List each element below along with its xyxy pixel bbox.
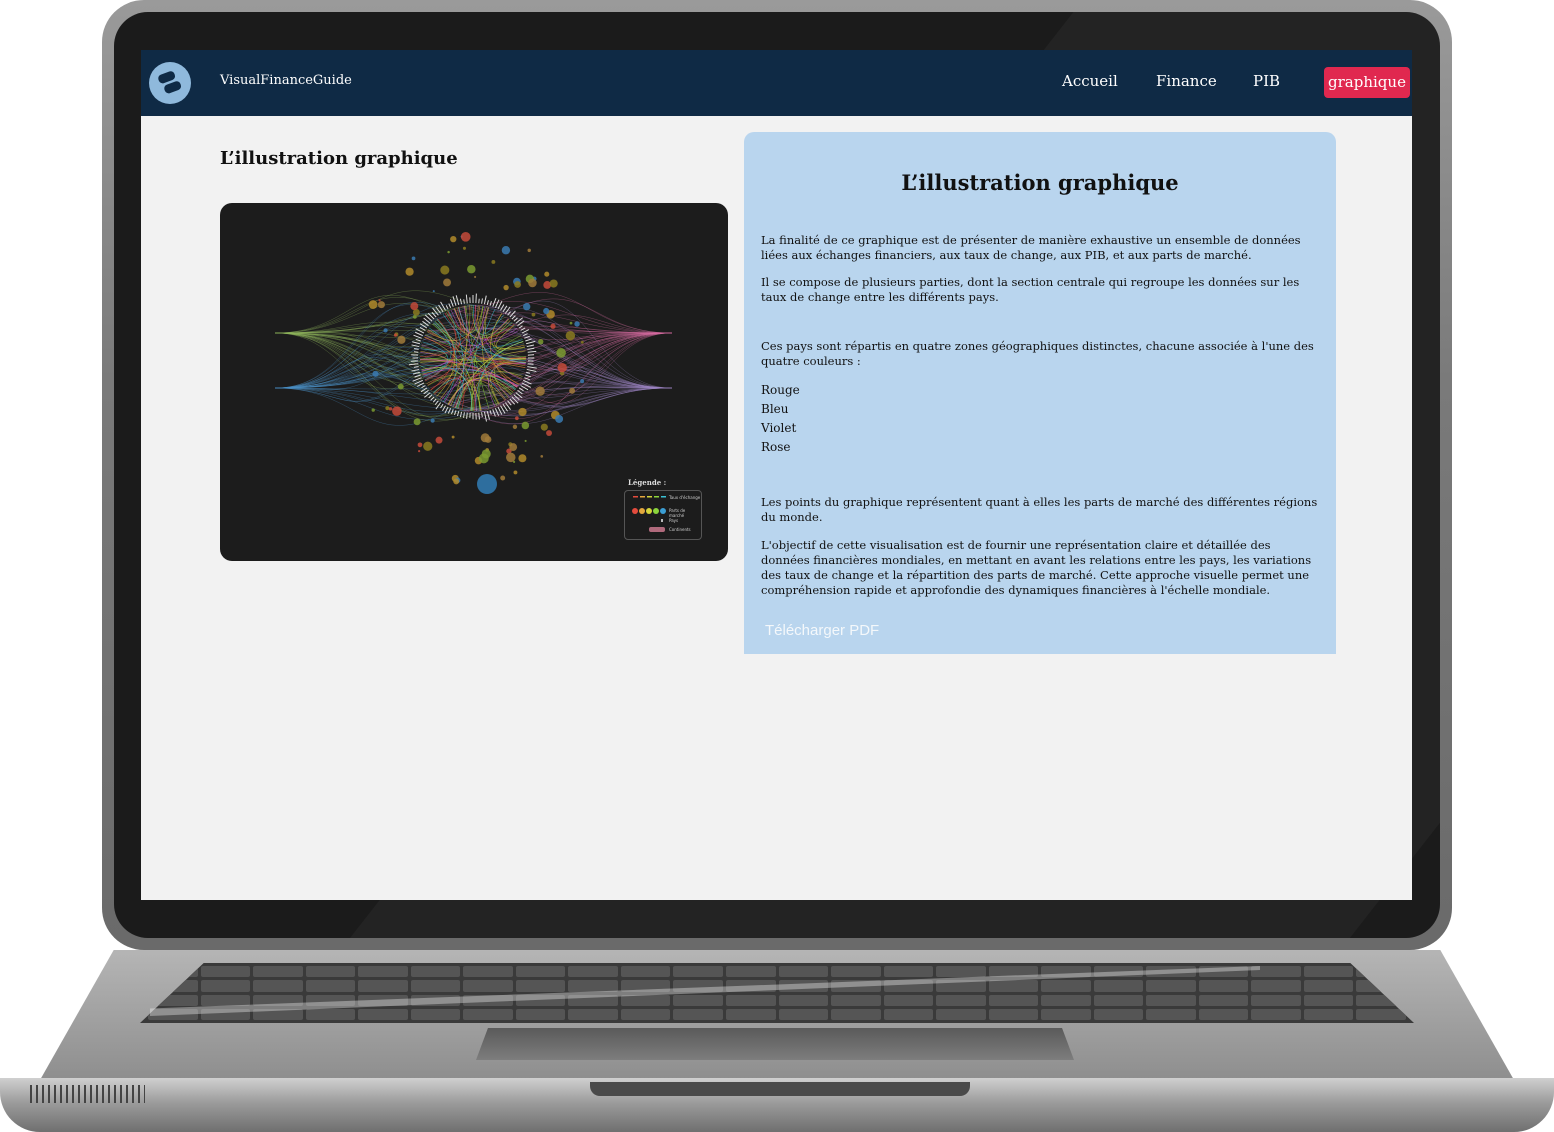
- color-item: Rose: [761, 440, 791, 454]
- brand-name[interactable]: VisualFinanceGuide: [220, 73, 352, 88]
- navbar: VisualFinanceGuide Accueil Finance PIB g…: [141, 50, 1412, 116]
- paragraph-objective: L'objectif de cette visualisation est de…: [761, 538, 1312, 597]
- color-list: Rouge Bleu Violet Rose: [761, 381, 800, 457]
- nav-link-finance[interactable]: Finance: [1156, 72, 1217, 90]
- browser-screen: VisualFinanceGuide Accueil Finance PIB g…: [141, 50, 1412, 900]
- legend-label-countries: Pays: [669, 518, 679, 523]
- paragraph-points: Les points du graphique représentent qua…: [761, 495, 1318, 524]
- download-pdf-button[interactable]: Télécharger PDF: [765, 622, 879, 639]
- paragraph-purpose: La finalité de ce graphique est de prése…: [761, 233, 1301, 262]
- nav-link-graphique-active[interactable]: graphique: [1324, 67, 1410, 98]
- legend-label-continents: Continents: [669, 527, 691, 532]
- legend-label-market-share: Parts de marché: [669, 508, 686, 518]
- color-item: Violet: [761, 421, 797, 435]
- nav-link-pib[interactable]: PIB: [1253, 72, 1280, 90]
- description-panel: L’illustration graphique La finalité de …: [744, 132, 1336, 654]
- panel-title: L’illustration graphique: [901, 170, 1179, 195]
- site-logo-icon[interactable]: [149, 62, 191, 104]
- color-item: Bleu: [761, 402, 789, 416]
- laptop-touchpad: [476, 1028, 1074, 1060]
- paragraph-zones: Ces pays sont répartis en quatre zones g…: [761, 339, 1314, 368]
- laptop-keyboard: [140, 963, 1414, 1023]
- chord-visualization-image: Légende : Taux d'échange Parts de marché…: [220, 203, 728, 561]
- section-title: L’illustration graphique: [220, 148, 458, 169]
- color-item: Rouge: [761, 383, 800, 397]
- legend-box: Taux d'échange Parts de marché Pays Cont…: [624, 490, 702, 540]
- nav-link-accueil[interactable]: Accueil: [1062, 72, 1118, 90]
- legend-label-exchange: Taux d'échange: [669, 495, 701, 500]
- paragraph-composition: Il se compose de plusieurs parties, dont…: [761, 275, 1300, 304]
- laptop-vent: [30, 1085, 145, 1103]
- legend-title: Légende :: [628, 478, 667, 487]
